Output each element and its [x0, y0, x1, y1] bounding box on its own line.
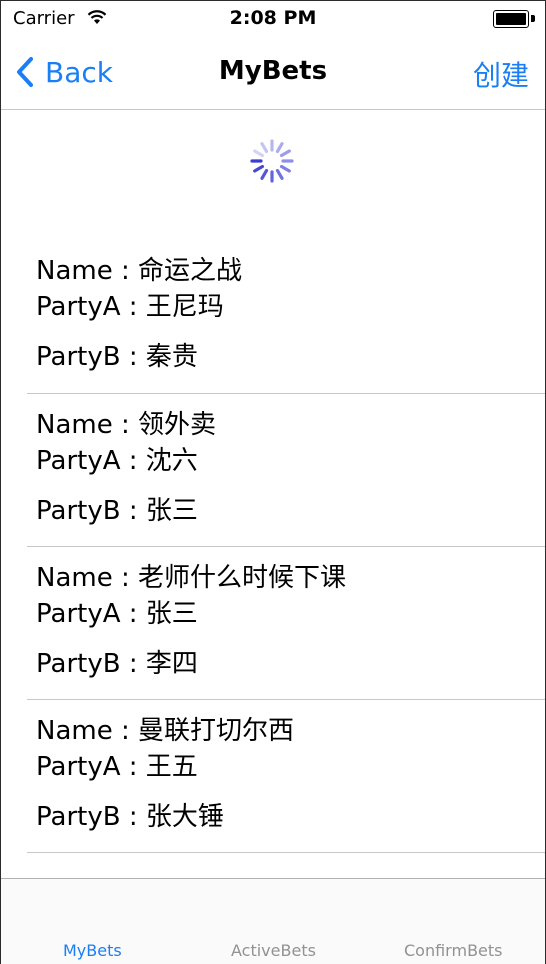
bet-party-b: PartyB : 秦贵	[36, 342, 198, 372]
spinner-spoke	[260, 168, 269, 180]
bet-party-a: PartyA : 王尼玛	[36, 292, 224, 322]
bet-name: Name : 命运之战	[36, 256, 242, 286]
battery-tip	[531, 15, 535, 22]
create-button[interactable]: 创建	[473, 54, 529, 94]
spinner-spoke	[279, 164, 291, 173]
list-item[interactable]: Name : 领外卖 PartyA : 沈六 PartyB : 张三	[27, 394, 545, 547]
bet-party-a: PartyA : 张三	[36, 599, 198, 629]
list-item[interactable]: Name : 曼联打切尔西 PartyA : 王五 PartyB : 张大锤	[27, 700, 545, 853]
battery-icon	[493, 10, 529, 28]
list-item[interactable]: Name : 老师什么时候下课 PartyA : 张三 PartyB : 李四	[27, 547, 545, 700]
bet-name: Name : 老师什么时候下课	[36, 563, 346, 593]
tab-mybets[interactable]: MyBets	[63, 941, 122, 960]
bet-name: Name : 曼联打切尔西	[36, 716, 294, 746]
spinner-spoke	[260, 142, 269, 154]
bet-party-b: PartyB : 张三	[36, 496, 198, 526]
bet-party-b: PartyB : 李四	[36, 649, 198, 679]
bets-list[interactable]: Name : 命运之战 PartyA : 王尼玛 PartyB : 秦贵 Nam…	[1, 240, 545, 853]
spinner-spoke	[275, 142, 284, 154]
loading-spinner-icon	[250, 139, 294, 183]
list-item[interactable]: Name : 命运之战 PartyA : 王尼玛 PartyB : 秦贵	[27, 240, 545, 394]
navigation-bar: Back MyBets 创建	[1, 36, 545, 110]
page-title: MyBets	[218, 56, 328, 86]
bet-name: Name : 领外卖	[36, 410, 216, 440]
status-bar: Carrier 2:08 PM	[1, 1, 545, 35]
bet-party-a: PartyA : 沈六	[36, 446, 198, 476]
spinner-spoke	[253, 164, 265, 173]
status-time: 2:08 PM	[229, 7, 317, 29]
bet-party-a: PartyA : 王五	[36, 752, 198, 782]
tab-confirmbets[interactable]: ConfirmBets	[404, 941, 503, 960]
tab-activebets[interactable]: ActiveBets	[231, 941, 316, 960]
spinner-spoke	[275, 168, 284, 180]
spinner-spoke	[253, 149, 265, 158]
tab-bar: MyBets ActiveBets ConfirmBets	[1, 878, 545, 964]
spinner-spoke	[279, 149, 291, 158]
bet-party-b: PartyB : 张大锤	[36, 802, 224, 832]
